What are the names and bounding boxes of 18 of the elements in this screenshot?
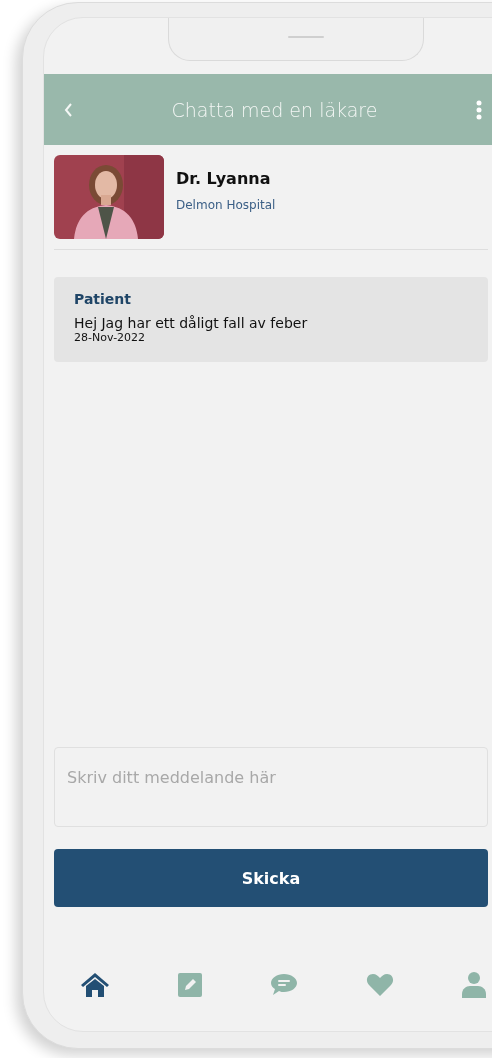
hospital-name: Delmon Hospital (176, 198, 276, 212)
edit-icon (178, 973, 202, 997)
back-icon (64, 102, 73, 117)
home-icon (80, 972, 110, 998)
message-input[interactable]: Skriv ditt meddelande här (54, 747, 488, 827)
doctor-name: Dr. Lyanna (176, 169, 272, 188)
message-sender: Patient (74, 291, 132, 307)
back-button[interactable] (64, 102, 73, 117)
send-button[interactable]: Skicka (54, 849, 488, 907)
more-icon (476, 99, 482, 120)
menu-button[interactable] (476, 99, 482, 120)
screen-title: Chatta med en läkare (171, 98, 378, 121)
chat-icon (270, 973, 298, 997)
nav-tab[interactable] (80, 972, 110, 998)
user-icon (462, 972, 486, 998)
message-text: Hej Jag har ett dåligt fall av feber (74, 315, 309, 331)
heart-icon (366, 973, 394, 997)
message-date: 28-Nov-2022 (74, 331, 147, 344)
